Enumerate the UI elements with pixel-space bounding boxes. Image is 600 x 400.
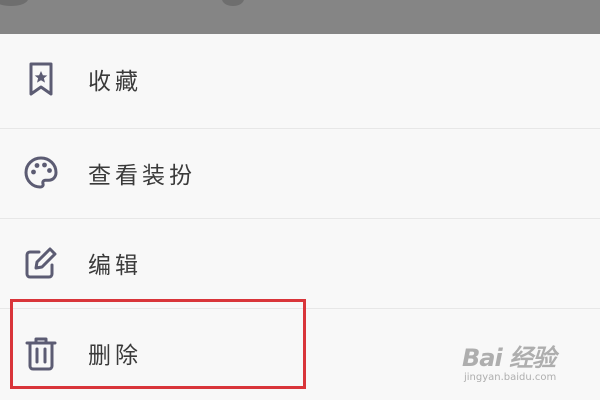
watermark-url: jingyan.baidu.com [464, 372, 557, 383]
menu-item-label: 查看装扮 [88, 163, 196, 189]
palette-icon [22, 154, 60, 192]
edit-icon [22, 244, 60, 282]
annotation-highlight-box [10, 299, 306, 389]
menu-item-favorite[interactable]: 收藏 [0, 34, 600, 124]
menu-item-view-outfit[interactable]: 查看装扮 [0, 128, 600, 218]
watermark-logo: Bai 经验 [462, 344, 556, 372]
background-avatar-partial [0, 0, 28, 6]
menu-item-label: 编辑 [88, 253, 142, 279]
bookmark-star-icon [22, 60, 60, 98]
baidu-jingyan-watermark: Bai 经验 jingyan.baidu.com [462, 338, 590, 386]
background-element-partial [222, 0, 244, 6]
menu-item-label: 收藏 [88, 69, 142, 95]
dimmed-background-overlay[interactable] [0, 0, 600, 34]
screen: 收藏 查看装扮 编辑 删除 Bai 经验 jingyan.baidu.com [0, 0, 600, 400]
menu-item-edit[interactable]: 编辑 [0, 218, 600, 308]
